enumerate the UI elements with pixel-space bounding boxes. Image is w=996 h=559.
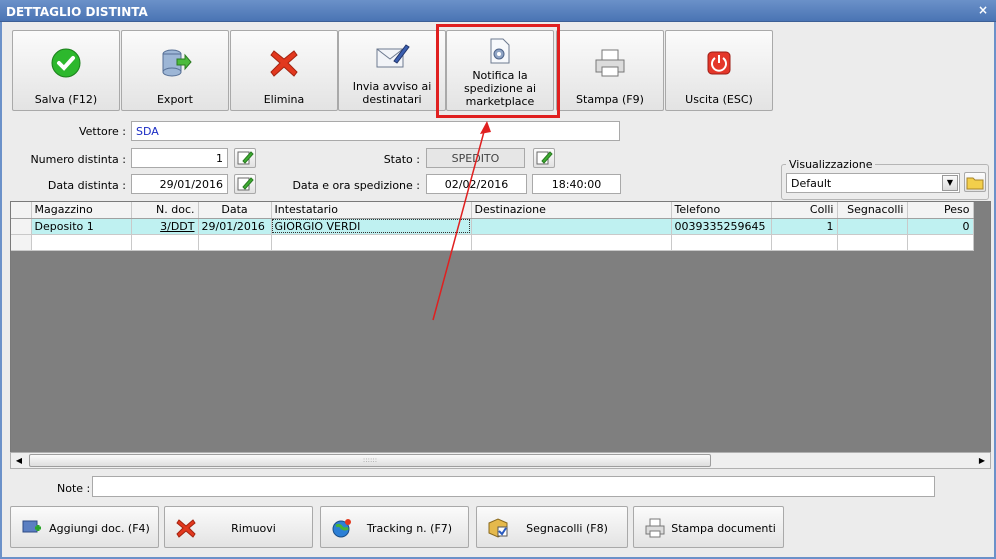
- cell-data: 29/01/2016: [198, 218, 272, 235]
- print-button[interactable]: Stampa (F9): [556, 30, 664, 111]
- status-label: Stato :: [383, 153, 420, 166]
- cell-destinazione: [471, 218, 672, 235]
- remove-label: Rimuovi: [231, 522, 276, 535]
- exit-button[interactable]: Uscita (ESC): [665, 30, 773, 111]
- row-indicator: [11, 234, 32, 251]
- row-indicator-header: [11, 202, 32, 219]
- col-header[interactable]: Colli: [771, 202, 838, 219]
- number-edit-button[interactable]: [234, 148, 256, 168]
- edit-pencil-icon: [237, 151, 254, 165]
- cell-intestatario[interactable]: GIORGIO VERDI: [271, 218, 472, 235]
- printer-icon: [592, 45, 628, 81]
- cell-magazzino: Deposito 1: [31, 218, 132, 235]
- col-header[interactable]: Peso: [907, 202, 974, 219]
- col-header[interactable]: Magazzino: [31, 202, 132, 219]
- documents-grid[interactable]: Magazzino N. doc. Data Intestatario Dest…: [10, 201, 991, 469]
- add-doc-label: Aggiungi doc. (F4): [49, 522, 150, 535]
- cell-segnacolli: [837, 218, 908, 235]
- horizontal-scrollbar[interactable]: ◀ :::::: ▶: [10, 452, 991, 469]
- col-header[interactable]: N. doc.: [131, 202, 199, 219]
- carrier-label: Vettore :: [78, 125, 126, 138]
- chevron-down-icon[interactable]: ▼: [942, 175, 958, 191]
- documents-table: Magazzino N. doc. Data Intestatario Dest…: [11, 202, 974, 251]
- row-indicator: [11, 218, 32, 235]
- edit-pencil-icon: [536, 151, 553, 165]
- table-row-new[interactable]: [11, 234, 974, 251]
- status-field: SPEDITO: [426, 148, 525, 168]
- package-check-icon: [487, 517, 509, 539]
- tracking-button[interactable]: Tracking n. (F7): [320, 506, 469, 548]
- check-icon: [48, 45, 84, 81]
- col-header[interactable]: Data: [198, 202, 272, 219]
- number-field[interactable]: 1: [131, 148, 228, 168]
- view-group-label: Visualizzazione: [786, 158, 876, 171]
- database-export-icon: [157, 45, 193, 81]
- segnacolli-button[interactable]: Segnacolli (F8): [476, 506, 628, 548]
- delete-x-icon: [266, 45, 302, 81]
- window-title: DETTAGLIO DISTINTA: [6, 5, 148, 19]
- remove-x-icon: [175, 517, 197, 539]
- ship-time-field[interactable]: 18:40:00: [532, 174, 621, 194]
- notify-recipients-button[interactable]: Invia avviso ai destinatari: [338, 30, 446, 111]
- date-edit-button[interactable]: [234, 174, 256, 194]
- add-document-icon: [21, 517, 43, 539]
- date-label: Data distinta :: [47, 179, 126, 192]
- col-header[interactable]: Segnacolli: [837, 202, 908, 219]
- globe-icon: [331, 517, 353, 539]
- print-documents-button[interactable]: Stampa documenti: [633, 506, 784, 548]
- window-titlebar: DETTAGLIO DISTINTA ×: [0, 0, 996, 22]
- note-field[interactable]: [92, 476, 935, 497]
- col-header[interactable]: Telefono: [671, 202, 772, 219]
- view-select-value: Default: [791, 177, 832, 190]
- folder-icon: [966, 177, 984, 190]
- delete-label: Elimina: [263, 93, 305, 106]
- exit-label: Uscita (ESC): [685, 93, 753, 106]
- ship-datetime-label: Data e ora spedizione :: [292, 179, 420, 192]
- tracking-label: Tracking n. (F7): [366, 522, 453, 535]
- scroll-right-icon[interactable]: ▶: [975, 454, 989, 467]
- edit-pencil-icon: [237, 177, 254, 191]
- add-doc-button[interactable]: Aggiungi doc. (F4): [10, 506, 159, 548]
- highlight-box: [436, 24, 560, 118]
- power-icon: [701, 45, 737, 81]
- col-header[interactable]: Intestatario: [271, 202, 472, 219]
- close-icon[interactable]: ×: [976, 3, 990, 17]
- printer-icon: [644, 517, 666, 539]
- export-label: Export: [156, 93, 193, 106]
- number-label: Numero distinta :: [30, 153, 126, 166]
- scroll-thumb[interactable]: ::::::: [29, 454, 711, 467]
- col-header[interactable]: Destinazione: [471, 202, 672, 219]
- remove-button[interactable]: Rimuovi: [164, 506, 313, 548]
- cell-peso: 0: [907, 218, 974, 235]
- cell-n-doc-link[interactable]: 3/DDT: [131, 218, 199, 235]
- segnacolli-label: Segnacolli (F8): [526, 522, 608, 535]
- export-button[interactable]: Export: [121, 30, 229, 111]
- ship-date-field[interactable]: 02/02/2016: [426, 174, 527, 194]
- note-label: Note :: [57, 482, 91, 495]
- table-row[interactable]: Deposito 1 3/DDT 29/01/2016 GIORGIO VERD…: [11, 218, 974, 235]
- carrier-field[interactable]: SDA: [131, 121, 620, 141]
- cell-colli: 1: [771, 218, 838, 235]
- notify-recipients-label: Invia avviso ai destinatari: [352, 80, 432, 106]
- cell-telefono: 0039335259645: [671, 218, 772, 235]
- save-label: Salva (F12): [34, 93, 98, 106]
- view-select[interactable]: Default ▼: [786, 173, 960, 193]
- scroll-left-icon[interactable]: ◀: [12, 454, 26, 467]
- date-field[interactable]: 29/01/2016: [131, 174, 228, 194]
- envelope-pen-icon: [374, 39, 410, 75]
- print-documents-label: Stampa documenti: [671, 522, 776, 535]
- save-button[interactable]: Salva (F12): [12, 30, 120, 111]
- print-label: Stampa (F9): [576, 93, 644, 106]
- delete-button[interactable]: Elimina: [230, 30, 338, 111]
- status-edit-button[interactable]: [533, 148, 555, 168]
- folder-button[interactable]: [964, 172, 986, 192]
